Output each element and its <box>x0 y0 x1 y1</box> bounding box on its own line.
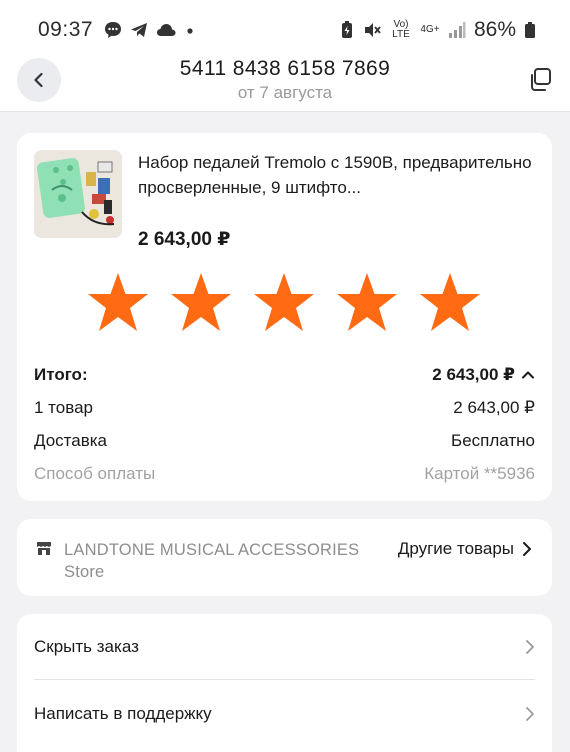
product-title[interactable]: Набор педалей Tremolo с 1590B, предварит… <box>138 150 538 200</box>
star-icon[interactable] <box>87 271 149 333</box>
delivery-label: Доставка <box>34 431 108 450</box>
items-row: 1 товар 2 643,00 ₽ <box>34 398 535 418</box>
pedal-kit-illustration <box>34 150 122 238</box>
payment-value: Картой **5936 <box>424 464 535 483</box>
hide-order-button[interactable]: Скрыть заказ <box>34 614 535 680</box>
star-icon[interactable] <box>336 271 398 333</box>
copy-icon[interactable] <box>526 66 554 94</box>
total-row[interactable]: Итого: 2 643,00 ₽ <box>34 365 535 385</box>
volte-icon: Vo) LTE <box>392 19 410 40</box>
star-icon[interactable] <box>170 271 232 333</box>
signal-icon <box>448 22 466 38</box>
mute-icon <box>364 23 381 37</box>
chevron-right-icon <box>523 542 531 556</box>
items-label: 1 товар <box>34 398 93 417</box>
product-image[interactable] <box>34 150 122 238</box>
telegram-icon <box>131 23 148 37</box>
order-title: 5411 8438 6158 7869 от 7 августа <box>0 57 570 103</box>
actions-card: Скрыть заказ Написать в поддержку <box>17 614 552 752</box>
battery-icon <box>525 22 535 38</box>
store-card: LANDTONE MUSICAL ACCESSORIES Store Други… <box>17 519 552 596</box>
payment-label: Способ оплаты <box>34 464 156 483</box>
hide-order-label: Скрыть заказ <box>34 636 139 656</box>
status-time: 09:37 <box>38 18 94 41</box>
items-value: 2 643,00 ₽ <box>453 398 535 417</box>
total-value: 2 643,00 ₽ <box>432 365 515 384</box>
product-price: 2 643,00 ₽ <box>138 229 231 250</box>
chevron-right-icon <box>526 639 534 654</box>
chevron-up-icon <box>522 371 534 379</box>
total-label: Итого: <box>34 365 88 384</box>
contact-support-label: Написать в поддержку <box>34 704 212 723</box>
order-date: от 7 августа <box>237 83 333 102</box>
dot-icon <box>187 28 193 34</box>
battery-saver-icon <box>341 21 352 38</box>
cloud-icon <box>157 24 176 36</box>
star-icon[interactable] <box>419 271 481 333</box>
network-type-icon: 4G+ <box>420 24 440 35</box>
rating-stars <box>87 271 481 333</box>
chat-icon <box>105 22 122 38</box>
store-name[interactable]: LANDTONE MUSICAL ACCESSORIES Store <box>64 539 384 583</box>
status-right: Vo) LTE 4G+ 86% <box>340 18 536 42</box>
order-number: 5411 8438 6158 7869 <box>179 57 391 80</box>
other-products-link[interactable]: Другие товары <box>398 539 532 559</box>
contact-support-button[interactable]: Написать в поддержку <box>34 681 535 747</box>
delivery-value: Бесплатно <box>451 431 535 450</box>
chevron-right-icon <box>526 707 534 721</box>
battery-percent: 86% <box>473 18 516 41</box>
other-products-label: Другие товары <box>397 539 514 558</box>
notification-icons <box>103 20 197 40</box>
delivery-row: Доставка Бесплатно <box>34 431 535 451</box>
payment-row: Способ оплаты Картой **5936 <box>34 464 535 484</box>
order-item-card: Набор педалей Tremolo с 1590B, предварит… <box>17 133 552 501</box>
order-header: 5411 8438 6158 7869 от 7 августа <box>0 50 570 112</box>
store-icon <box>37 542 51 555</box>
order-details-screen: 09:37 Vo) LTE 4G+ 86% 5411 8438 6158 786… <box>0 0 570 752</box>
star-icon[interactable] <box>253 271 315 333</box>
